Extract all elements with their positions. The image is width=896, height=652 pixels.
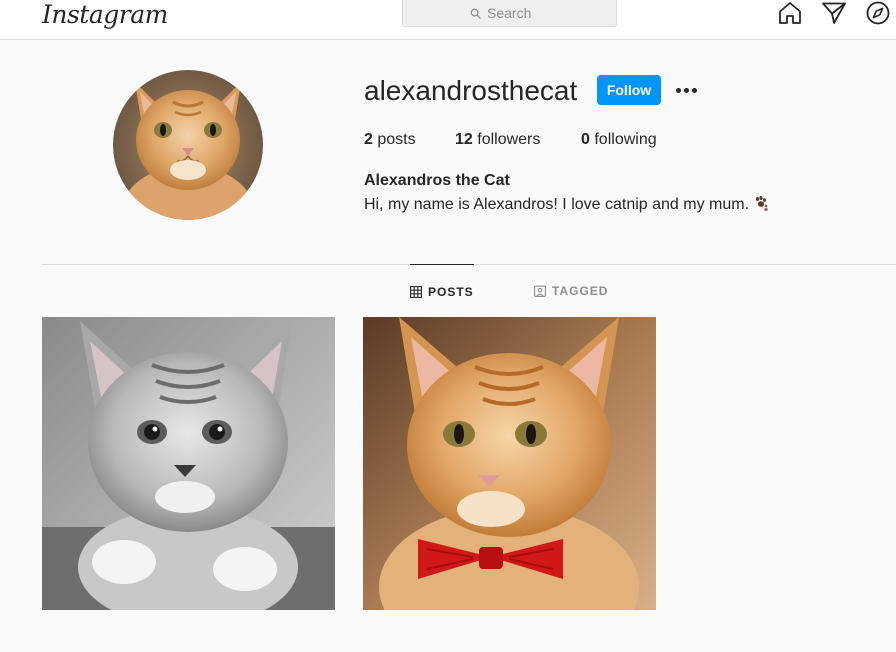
posts-count: 2 (364, 131, 373, 148)
search-input[interactable] (487, 5, 549, 21)
explore-icon[interactable] (865, 0, 891, 26)
tagged-icon (534, 285, 546, 297)
followers-count: 12 (455, 131, 473, 148)
profile-bio: Hi, my name is Alexandros! I love catnip… (364, 195, 769, 215)
followers-stat[interactable]: 12 followers (455, 130, 540, 150)
direct-icon[interactable] (821, 0, 847, 26)
following-label: following (594, 131, 657, 148)
followers-label: followers (477, 131, 541, 148)
posts-label: posts (377, 131, 416, 148)
tab-tagged[interactable]: TAGGED (534, 264, 608, 318)
grid-icon (410, 285, 422, 298)
tab-posts-label: POSTS (428, 284, 474, 299)
following-stat[interactable]: 0 following (581, 130, 657, 150)
top-nav: Instagram (0, 0, 896, 40)
tab-posts[interactable]: POSTS (410, 264, 474, 318)
follow-button[interactable]: Follow (597, 75, 661, 105)
more-options-icon[interactable] (673, 80, 699, 100)
following-count: 0 (581, 131, 590, 148)
paw-prints-icon (755, 196, 768, 211)
profile-avatar[interactable] (113, 70, 263, 220)
post-thumbnail-2[interactable] (363, 317, 656, 610)
tab-tagged-label: TAGGED (552, 284, 609, 298)
search-icon (470, 8, 481, 19)
post-thumbnail-1[interactable] (42, 317, 335, 610)
bio-text: Hi, my name is Alexandros! I love catnip… (364, 196, 750, 213)
profile-username: alexandrosthecat (364, 75, 578, 106)
profile-full-name: Alexandros the Cat (364, 172, 510, 189)
search-box[interactable] (402, 0, 617, 27)
home-icon[interactable] (777, 0, 803, 26)
instagram-logo[interactable]: Instagram (42, 0, 168, 30)
posts-stat: 2 posts (364, 130, 416, 150)
